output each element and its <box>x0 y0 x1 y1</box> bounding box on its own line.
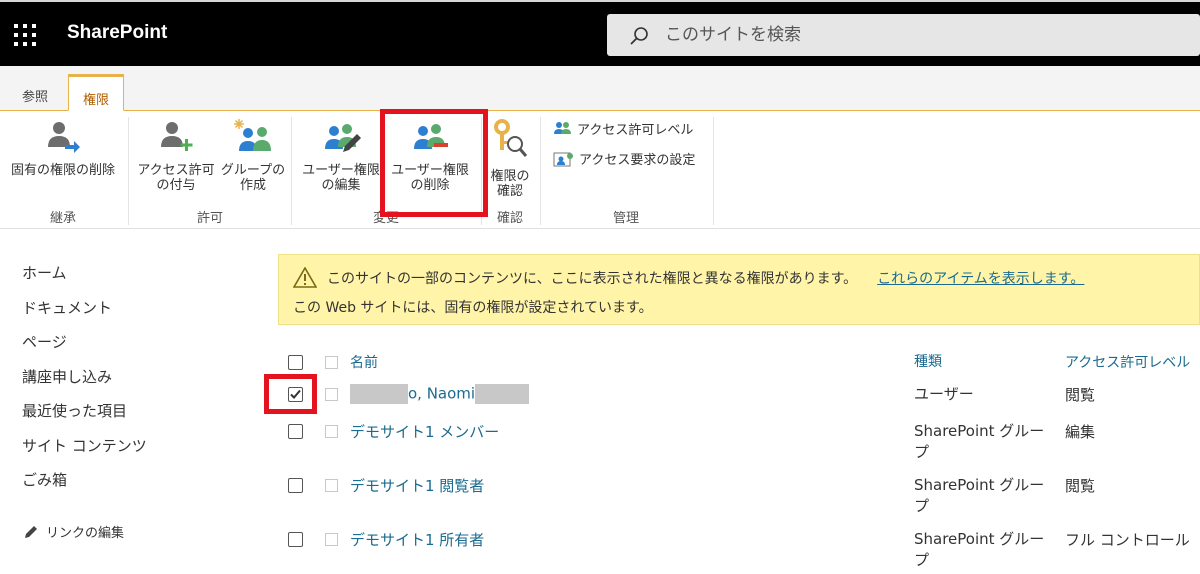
row-name-link[interactable]: デモサイト1 所有者 <box>350 529 484 550</box>
nav-item-recent[interactable]: 最近使った項目 <box>22 400 147 435</box>
nav-item-pages[interactable]: ページ <box>22 331 147 366</box>
edit-links-button[interactable]: リンクの編集 <box>24 522 124 541</box>
ribbon-divider <box>540 117 541 225</box>
grant-permissions-icon <box>161 122 193 151</box>
check-permissions-button[interactable]: 権限の 確認 <box>486 117 534 199</box>
search-box[interactable] <box>607 14 1200 56</box>
tab-permissions[interactable]: 権限 <box>68 74 125 111</box>
pencil-icon <box>25 525 37 538</box>
row-type: SharePoint グループ <box>914 530 1045 569</box>
group-label-check: 確認 <box>496 211 523 226</box>
create-group-label-1: グループの <box>220 163 286 178</box>
stop-inheritance-button[interactable]: 固有の権限の削除 <box>2 117 124 178</box>
nav-item-home[interactable]: ホーム <box>22 262 147 297</box>
access-request-settings-button[interactable]: アクセス要求の設定 <box>553 149 695 168</box>
edit-user-permissions-label-1: ユーザー権限 <box>302 163 380 178</box>
suite-bar: SharePoint <box>0 0 1200 66</box>
row-item-checkbox[interactable] <box>325 533 338 546</box>
banner-message-1: このサイトの一部のコンテンツに、ここに表示された権限と異なる権限があります。 <box>327 270 858 287</box>
check-permissions-icon <box>494 119 528 157</box>
ribbon-divider <box>291 117 292 225</box>
column-header-name[interactable]: 名前 <box>350 352 378 372</box>
redacted-block <box>350 384 408 404</box>
row-checkbox[interactable] <box>288 532 303 547</box>
group-label-grant: 許可 <box>196 211 223 226</box>
permission-levels-icon <box>554 121 571 134</box>
access-request-settings-label: アクセス要求の設定 <box>579 153 696 168</box>
ribbon-tabs: 参照 権限 <box>0 66 1200 111</box>
row-type: ユーザー <box>914 385 974 403</box>
select-all-checkbox[interactable] <box>288 355 303 370</box>
row-item-checkbox[interactable] <box>325 388 338 401</box>
group-label-manage: 管理 <box>612 211 639 226</box>
redacted-block <box>475 384 530 404</box>
table-row[interactable]: o, Naomi ユーザー 閲覧 <box>288 384 1200 408</box>
highlight-remove-user-permissions <box>380 109 488 217</box>
banner-message-2: この Web サイトには、固有の権限が設定されています。 <box>293 300 653 316</box>
edit-user-permissions-label-2: の編集 <box>321 178 361 193</box>
row-permission: 編集 <box>1065 423 1096 441</box>
app-launcher-icon[interactable] <box>14 24 36 46</box>
row-name-link[interactable]: デモサイト1 閲覧者 <box>350 475 484 496</box>
table-row[interactable]: デモサイト1 閲覧者 SharePoint グループ 閲覧 <box>288 475 1200 519</box>
access-request-settings-icon <box>553 152 573 166</box>
table-header: 名前 種類 アクセス許可レベル <box>288 352 1200 374</box>
row-permission: 閲覧 <box>1065 477 1096 495</box>
check-permissions-label-1: 権限の <box>490 169 530 184</box>
brand-title[interactable]: SharePoint <box>67 22 167 44</box>
stop-inheritance-icon <box>48 122 80 153</box>
ribbon-body: 固有の権限の削除 アクセス許可 の付与 グループの 作成 ユーザー権限 の編集 … <box>0 111 1200 229</box>
row-type: SharePoint グループ <box>914 422 1045 461</box>
edit-user-permissions-icon <box>325 124 361 152</box>
create-group-icon <box>234 119 271 151</box>
create-group-button[interactable]: グループの 作成 <box>220 117 286 193</box>
nav-item-recycle-bin[interactable]: ごみ箱 <box>22 469 147 504</box>
check-permissions-label-2: 確認 <box>496 184 523 199</box>
table-row[interactable]: デモサイト1 所有者 SharePoint グループ フル コントロール <box>288 529 1200 573</box>
row-checkbox[interactable] <box>288 424 303 439</box>
ribbon-divider <box>128 117 129 225</box>
column-header-permission[interactable]: アクセス許可レベル <box>1065 352 1190 372</box>
row-checkbox[interactable] <box>288 478 303 493</box>
ribbon-divider <box>713 117 714 225</box>
nav-item-documents[interactable]: ドキュメント <box>22 297 147 332</box>
left-nav: ホーム ドキュメント ページ 講座申し込み 最近使った項目 サイト コンテンツ … <box>22 262 147 504</box>
permission-levels-label: アクセス許可レベル <box>577 123 694 138</box>
row-permission: 閲覧 <box>1065 386 1096 404</box>
highlight-row-checkbox <box>264 374 317 414</box>
create-group-label-2: 作成 <box>239 178 266 193</box>
tab-browse[interactable]: 参照 <box>14 80 56 111</box>
permission-levels-button[interactable]: アクセス許可レベル <box>553 119 693 138</box>
edit-user-permissions-button[interactable]: ユーザー権限 の編集 <box>298 117 384 193</box>
stop-inheritance-label: 固有の権限の削除 <box>10 163 115 178</box>
group-label-inheritance: 継承 <box>49 211 76 226</box>
warning-icon <box>293 267 317 288</box>
search-input[interactable] <box>665 20 1165 50</box>
table-row[interactable]: デモサイト1 メンバー SharePoint グループ 編集 <box>288 421 1200 465</box>
row-item-checkbox[interactable] <box>325 425 338 438</box>
column-header-type[interactable]: 種類 <box>914 352 1054 373</box>
header-item-checkbox[interactable] <box>325 356 338 369</box>
nav-item-course-application[interactable]: 講座申し込み <box>22 366 147 401</box>
search-icon <box>630 27 648 45</box>
row-permission: フル コントロール <box>1065 531 1190 549</box>
row-name-link[interactable]: デモサイト1 メンバー <box>350 421 499 442</box>
row-type: SharePoint グループ <box>914 476 1045 515</box>
nav-item-site-contents[interactable]: サイト コンテンツ <box>22 435 147 470</box>
row-name-link[interactable]: o, Naomi <box>350 384 530 404</box>
row-item-checkbox[interactable] <box>325 479 338 492</box>
grant-permissions-label-1: アクセス許可 <box>137 163 215 178</box>
grant-permissions-button[interactable]: アクセス許可 の付与 <box>134 117 218 193</box>
edit-links-label: リンクの編集 <box>46 526 125 541</box>
show-items-link[interactable]: これらのアイテムを表示します。 <box>877 268 1084 288</box>
grant-permissions-label-2: の付与 <box>156 178 196 193</box>
warning-banner: このサイトの一部のコンテンツに、ここに表示された権限と異なる権限があります。 こ… <box>278 254 1200 325</box>
